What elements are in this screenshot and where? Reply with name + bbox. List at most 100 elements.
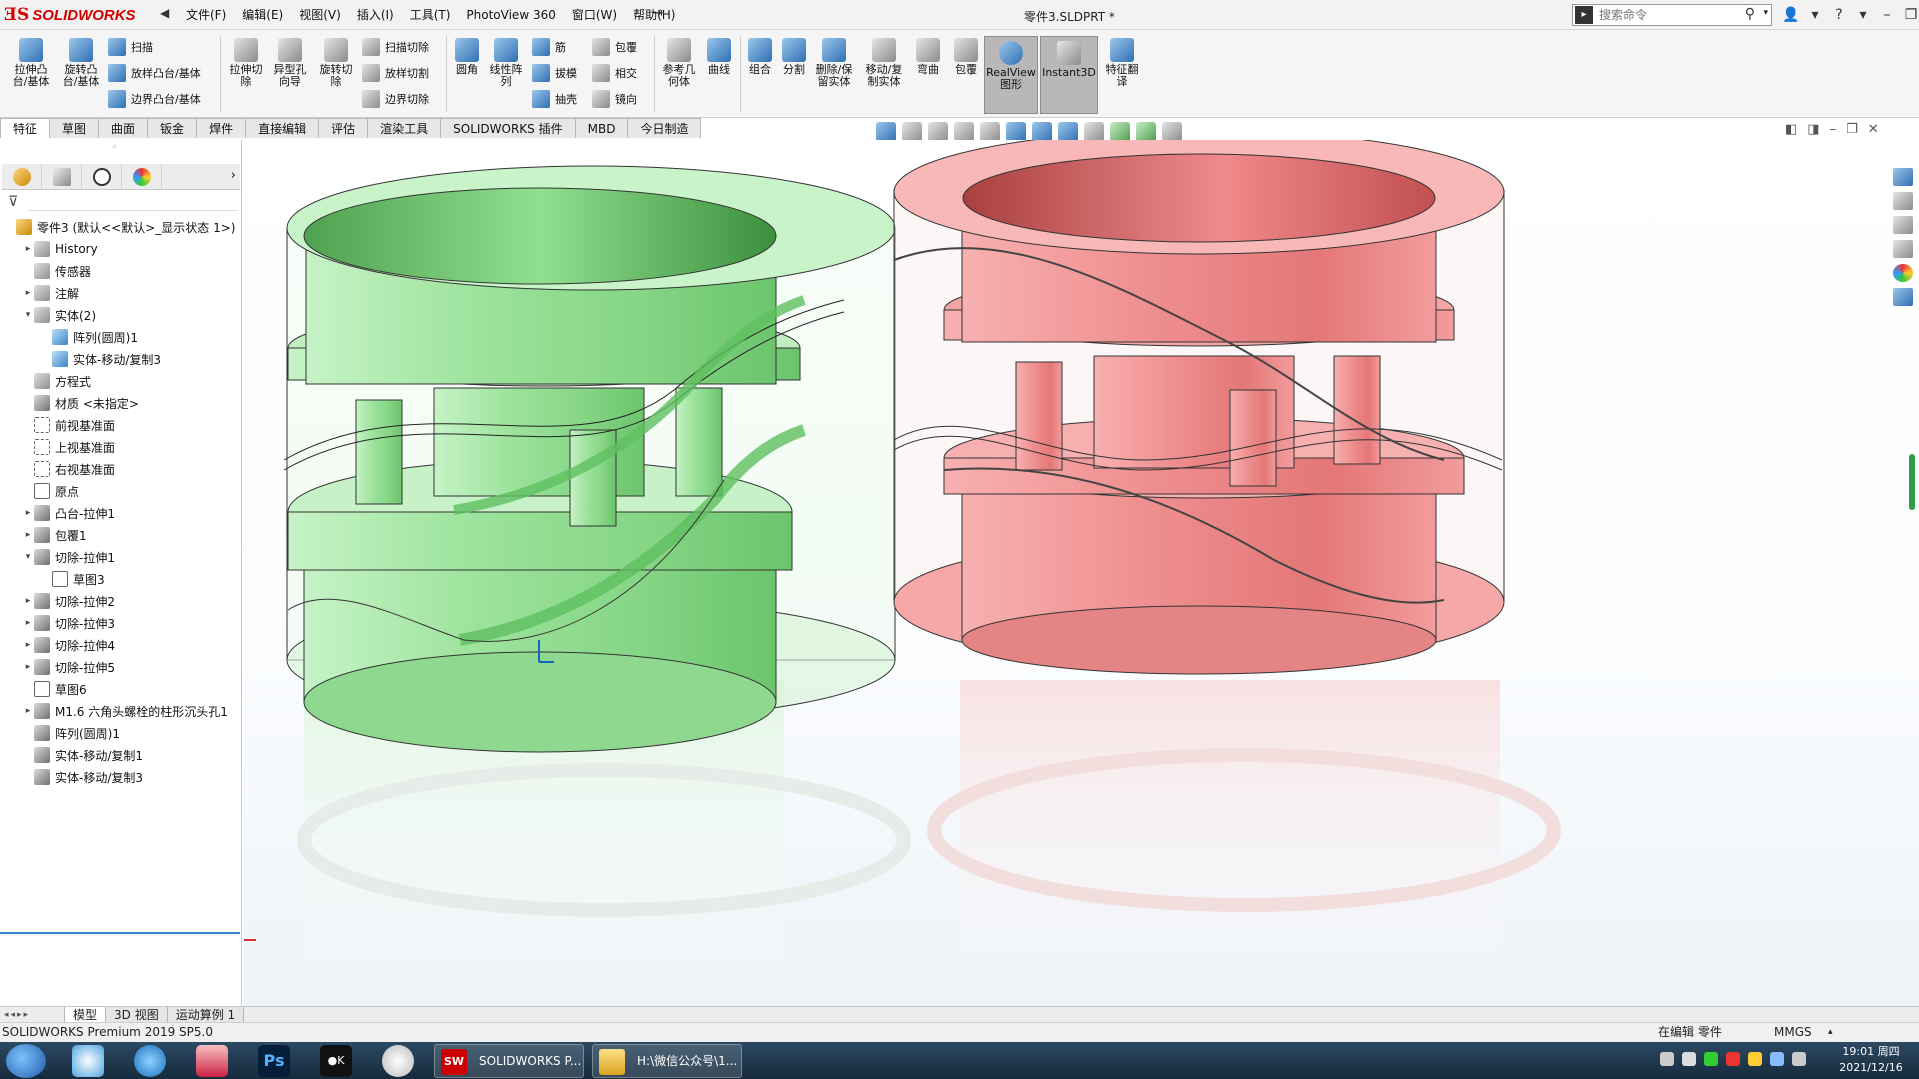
expand-toggle-icon[interactable]: ▸ — [22, 244, 34, 254]
hole-wizard-button[interactable]: 异型孔 向导 — [268, 38, 312, 88]
revolve-boss-button[interactable]: 旋转凸 台/基体 — [58, 38, 104, 88]
tree-item[interactable]: 原点 — [0, 480, 242, 502]
expand-toggle-icon[interactable]: ▸ — [22, 618, 34, 628]
user-icon[interactable]: 👤 — [1780, 4, 1802, 26]
mirror-button[interactable]: 镜向 — [592, 88, 637, 110]
wrap-button[interactable]: 包覆 — [592, 36, 637, 58]
tab-display-manager[interactable] — [122, 164, 162, 190]
model-tab[interactable]: 3D 视图 — [105, 1006, 168, 1023]
delete-keep-body-button[interactable]: 删除/保 留实体 — [812, 38, 856, 88]
swept-cut-button[interactable]: 扫描切除 — [362, 36, 429, 58]
units-selector[interactable]: MMGS — [1774, 1023, 1812, 1042]
tab-configuration-manager[interactable] — [82, 164, 122, 190]
file-explorer-icon[interactable] — [1893, 216, 1913, 234]
home-icon[interactable] — [1893, 168, 1913, 186]
media-icon[interactable] — [196, 1045, 228, 1077]
tree-item[interactable]: 前视基准面 — [0, 414, 242, 436]
tree-item[interactable]: 草图3 — [0, 568, 242, 590]
solidworks-logo[interactable]: ƎS SOLIDWORKS — [4, 3, 152, 27]
menu-item[interactable]: 视图(V) — [291, 0, 349, 30]
tree-item[interactable]: 零件3 (默认<<默认>_显示状态 1>) — [0, 216, 242, 238]
edit-appearance-icon[interactable] — [1110, 122, 1130, 142]
menu-item[interactable]: 编辑(E) — [234, 0, 291, 30]
search-input[interactable] — [1599, 8, 1739, 22]
tree-item[interactable]: 实体-移动/复制3 — [0, 348, 242, 370]
pin-menu-icon[interactable]: ⇥ — [652, 6, 663, 21]
tab-navigation-icon[interactable]: ◂◂▸▸ — [0, 1010, 64, 1020]
command-tab[interactable]: 直接编辑 — [245, 118, 320, 138]
previous-view-icon[interactable] — [954, 122, 974, 142]
apply-scene-icon[interactable] — [1136, 122, 1156, 142]
design-library-icon[interactable] — [1893, 192, 1913, 210]
expand-toggle-icon[interactable]: ▸ — [22, 706, 34, 716]
dynamic-annotation-icon[interactable] — [1006, 122, 1026, 142]
tree-item[interactable]: 阵列(圆周)1 — [0, 722, 242, 744]
tree-item[interactable]: ▸ 切除-拉伸4 — [0, 634, 242, 656]
section-view-icon[interactable] — [980, 122, 1000, 142]
search-icon[interactable]: ⚲ — [1745, 6, 1755, 22]
red-body[interactable] — [893, 140, 1505, 675]
feature-translate-button[interactable]: 特征翻 译 — [1102, 38, 1142, 88]
tile-left-icon[interactable]: ◧ — [1785, 122, 1797, 137]
expand-toggle-icon[interactable]: ▾ — [22, 552, 34, 562]
appearances-icon[interactable] — [1893, 264, 1913, 282]
tree-item[interactable]: 上视基准面 — [0, 436, 242, 458]
tile-right-icon[interactable]: ◨ — [1807, 122, 1819, 137]
boundary-boss-button[interactable]: 边界凸台/基体 — [108, 88, 201, 110]
command-tab[interactable]: 曲面 — [98, 118, 149, 138]
shell-button[interactable]: 抽壳 — [532, 88, 577, 110]
command-tab[interactable]: MBD — [574, 118, 629, 138]
command-tab[interactable]: 评估 — [318, 118, 369, 138]
wrap-body-button[interactable]: 包覆 — [950, 38, 982, 76]
reference-geometry-button[interactable]: 参考几 何体 — [658, 38, 700, 88]
tree-item[interactable]: 方程式 — [0, 370, 242, 392]
doc-close-icon[interactable]: ✕ — [1868, 122, 1879, 137]
tree-item[interactable]: 材质 <未指定> — [0, 392, 242, 414]
tree-item[interactable]: 右视基准面 — [0, 458, 242, 480]
flex-button[interactable]: 弯曲 — [912, 38, 944, 76]
expand-toggle-icon[interactable]: ▸ — [22, 662, 34, 672]
search-box[interactable]: ▸ ⚲ ▾ — [1572, 4, 1772, 26]
model-tab[interactable]: 模型 — [64, 1006, 107, 1023]
photos-icon[interactable] — [72, 1045, 104, 1077]
doc-restore-icon[interactable]: ❐ — [1846, 122, 1858, 137]
help-dropdown-icon[interactable]: ▾ — [1852, 4, 1874, 26]
panel-grip-icon[interactable]: ◦ — [112, 143, 117, 153]
curves-button[interactable]: 曲线 — [702, 38, 736, 76]
menu-collapse-icon[interactable]: ◀ — [160, 6, 169, 20]
custom-properties-icon[interactable] — [1893, 288, 1913, 306]
loft-button[interactable]: 放样凸台/基体 — [108, 62, 201, 84]
browser-icon[interactable] — [134, 1045, 166, 1077]
chevron-down-icon[interactable]: ▾ — [1763, 8, 1768, 18]
tree-item[interactable]: ▾ 切除-拉伸1 — [0, 546, 242, 568]
capture-app-icon[interactable]: ●K — [320, 1045, 352, 1077]
command-tab[interactable]: 草图 — [49, 118, 100, 138]
graphics-area[interactable] — [244, 140, 1919, 1006]
revolve-cut-button[interactable]: 旋转切 除 — [314, 38, 358, 88]
sweep-button[interactable]: 扫描 — [108, 36, 153, 58]
extrude-boss-button[interactable]: 拉伸凸 台/基体 — [8, 38, 54, 88]
extrude-cut-button[interactable]: 拉伸切 除 — [224, 38, 268, 88]
realview-button[interactable]: RealView 图形 — [984, 36, 1038, 114]
user-dropdown-icon[interactable]: ▾ — [1804, 4, 1826, 26]
tree-item[interactable]: ▸ 包覆1 — [0, 524, 242, 546]
restore-icon[interactable]: ❐ — [1900, 4, 1919, 26]
split-button[interactable]: 分割 — [778, 38, 810, 76]
instant3d-button[interactable]: Instant3D — [1040, 36, 1098, 114]
green-body[interactable] — [283, 165, 896, 753]
combine-button[interactable]: 组合 — [744, 38, 776, 76]
filter-icon[interactable]: ⊽ — [8, 194, 18, 210]
tree-item[interactable]: 阵列(圆周)1 — [0, 326, 242, 348]
expand-toggle-icon[interactable]: ▸ — [22, 640, 34, 650]
help-icon[interactable]: ? — [1828, 4, 1850, 26]
tree-item[interactable]: ▸ M1.6 六角头螺栓的柱形沉头孔1 — [0, 700, 242, 722]
doc-minimize-icon[interactable]: – — [1830, 122, 1837, 137]
zoom-to-area-icon[interactable] — [928, 122, 948, 142]
wechat-icon[interactable] — [1704, 1052, 1718, 1066]
photoshop-icon[interactable]: Ps — [258, 1045, 290, 1077]
view-orientation-dropdown-icon[interactable] — [1032, 122, 1052, 142]
expand-toggle-icon[interactable]: ▸ — [22, 508, 34, 518]
intersect-button[interactable]: 相交 — [592, 62, 637, 84]
lofted-cut-button[interactable]: 放样切割 — [362, 62, 429, 84]
zoom-to-fit-icon[interactable] — [902, 122, 922, 142]
